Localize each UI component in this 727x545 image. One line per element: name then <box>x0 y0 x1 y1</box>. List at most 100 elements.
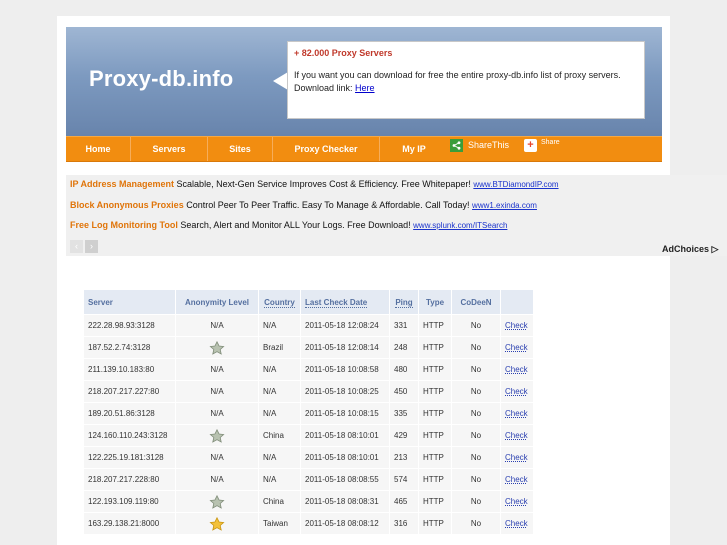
proxy-table: Server Anonymity Level Country Last Chec… <box>83 289 534 535</box>
promo-bubble-pointer <box>273 72 288 90</box>
nav-item-my-ip[interactable]: My IP <box>380 137 448 161</box>
ad-text: Control Peer To Peer Traffic. Easy To Ma… <box>183 200 473 210</box>
adchoices-link[interactable]: AdChoices ▷ <box>658 242 723 256</box>
adchoices-icon: ▷ <box>711 244 719 254</box>
sharethis-button[interactable]: ShareThis <box>450 138 509 152</box>
anonymity-cell: N/A <box>176 403 258 424</box>
ad-url-link[interactable]: www.BTDiamondIP.com <box>473 180 558 189</box>
ad-item: IP Address Management Scalable, Next-Gen… <box>70 179 559 189</box>
anonymity-cell: N/A <box>176 315 258 336</box>
last-check-cell: 2011-05-18 10:08:25 <box>301 381 389 402</box>
col-header-country-label: Country <box>264 297 295 308</box>
type-cell: HTTP <box>419 315 451 336</box>
country-cell: N/A <box>259 315 300 336</box>
type-cell: HTTP <box>419 447 451 468</box>
col-header-last-check-label: Last Check Date <box>305 297 368 308</box>
col-header-ping-label: Ping <box>395 297 413 308</box>
check-link[interactable]: Check <box>505 497 528 506</box>
star-grey-icon <box>209 494 225 509</box>
last-check-cell: 2011-05-18 12:08:14 <box>301 337 389 358</box>
table-row: 122.225.19.181:3128 N/A N/A 2011-05-18 08:1… <box>84 447 533 468</box>
country-cell: N/A <box>259 469 300 490</box>
col-header-country[interactable]: Country <box>259 290 300 314</box>
server-cell: 187.52.2.74:3128 <box>84 337 175 358</box>
type-cell: HTTP <box>419 337 451 358</box>
server-cell: 218.207.217.228:80 <box>84 469 175 490</box>
type-cell: HTTP <box>419 403 451 424</box>
type-cell: HTTP <box>419 469 451 490</box>
promo-box: + 82.000 Proxy Servers If you want you c… <box>287 41 645 119</box>
country-cell: N/A <box>259 359 300 380</box>
anonymity-cell <box>176 337 258 358</box>
ad-url-link[interactable]: www1.exinda.com <box>472 201 537 210</box>
ad-pager: ‹ › <box>70 240 100 253</box>
ad-title-link[interactable]: Free Log Monitoring Tool <box>70 220 178 230</box>
country-cell: China <box>259 491 300 512</box>
type-cell: HTTP <box>419 359 451 380</box>
ad-url-link[interactable]: www.splunk.com/ITSearch <box>413 221 507 230</box>
check-link[interactable]: Check <box>505 365 528 374</box>
server-cell: 124.160.110.243:3128 <box>84 425 175 446</box>
ad-title-link[interactable]: Block Anonymous Proxies <box>70 200 184 210</box>
last-check-cell: 2011-05-18 08:08:12 <box>301 513 389 534</box>
server-cell: 211.139.10.183:80 <box>84 359 175 380</box>
type-cell: HTTP <box>419 381 451 402</box>
codeen-cell: No <box>452 381 500 402</box>
ad-prev-icon[interactable]: ‹ <box>70 240 83 253</box>
star-grey-icon <box>209 428 225 443</box>
table-header-row: Server Anonymity Level Country Last Chec… <box>84 290 533 314</box>
table-row: 189.20.51.86:3128 N/A N/A 2011-05-18 10:08:… <box>84 403 533 424</box>
nav-item-sites[interactable]: Sites <box>208 137 272 161</box>
ad-next-icon[interactable]: › <box>85 240 98 253</box>
col-header-type[interactable]: Type <box>419 290 451 314</box>
nav-item-proxy-checker[interactable]: Proxy Checker <box>273 137 379 161</box>
check-link[interactable]: Check <box>505 475 528 484</box>
promo-download-link[interactable]: Here <box>355 83 375 93</box>
check-link[interactable]: Check <box>505 431 528 440</box>
anonymity-cell <box>176 425 258 446</box>
check-cell: Check <box>501 359 533 380</box>
table-row: 218.207.217.228:80 N/A N/A 2011-05-18 08:08… <box>84 469 533 490</box>
check-cell: Check <box>501 337 533 358</box>
check-cell: Check <box>501 513 533 534</box>
check-link[interactable]: Check <box>505 453 528 462</box>
type-cell: HTTP <box>419 425 451 446</box>
check-link[interactable]: Check <box>505 519 528 528</box>
adchoices-label: AdChoices <box>662 244 710 254</box>
check-link[interactable]: Check <box>505 321 528 330</box>
check-cell: Check <box>501 469 533 490</box>
nav-item-home[interactable]: Home <box>66 137 130 161</box>
ad-title-link[interactable]: IP Address Management <box>70 179 174 189</box>
codeen-cell: No <box>452 491 500 512</box>
share-button[interactable]: + Share <box>524 138 560 152</box>
codeen-cell: No <box>452 469 500 490</box>
col-header-anonymity[interactable]: Anonymity Level <box>176 290 258 314</box>
type-cell: HTTP <box>419 513 451 534</box>
country-cell: N/A <box>259 403 300 424</box>
plus-icon: + <box>524 138 537 152</box>
server-cell: 122.225.19.181:3128 <box>84 447 175 468</box>
col-header-codeen[interactable]: CoDeeN <box>452 290 500 314</box>
check-cell: Check <box>501 381 533 402</box>
ad-panel: IP Address Management Scalable, Next-Gen… <box>66 175 727 256</box>
check-link[interactable]: Check <box>505 387 528 396</box>
site-logo[interactable]: Proxy-db.info <box>89 66 233 92</box>
share-label: Share <box>541 138 560 146</box>
check-link[interactable]: Check <box>505 343 528 352</box>
anonymity-cell <box>176 491 258 512</box>
codeen-cell: No <box>452 337 500 358</box>
country-cell: China <box>259 425 300 446</box>
col-header-server[interactable]: Server <box>84 290 175 314</box>
col-header-ping[interactable]: Ping <box>390 290 418 314</box>
nav-item-servers[interactable]: Servers <box>131 137 207 161</box>
table-row: 211.139.10.183:80 N/A N/A 2011-05-18 10:08:… <box>84 359 533 380</box>
server-cell: 222.28.98.93:3128 <box>84 315 175 336</box>
ping-cell: 480 <box>390 359 418 380</box>
last-check-cell: 2011-05-18 08:08:55 <box>301 469 389 490</box>
codeen-cell: No <box>452 425 500 446</box>
anonymity-cell <box>176 513 258 534</box>
share-icon <box>450 138 463 152</box>
col-header-last-check[interactable]: Last Check Date <box>301 290 389 314</box>
check-link[interactable]: Check <box>505 409 528 418</box>
ping-cell: 335 <box>390 403 418 424</box>
